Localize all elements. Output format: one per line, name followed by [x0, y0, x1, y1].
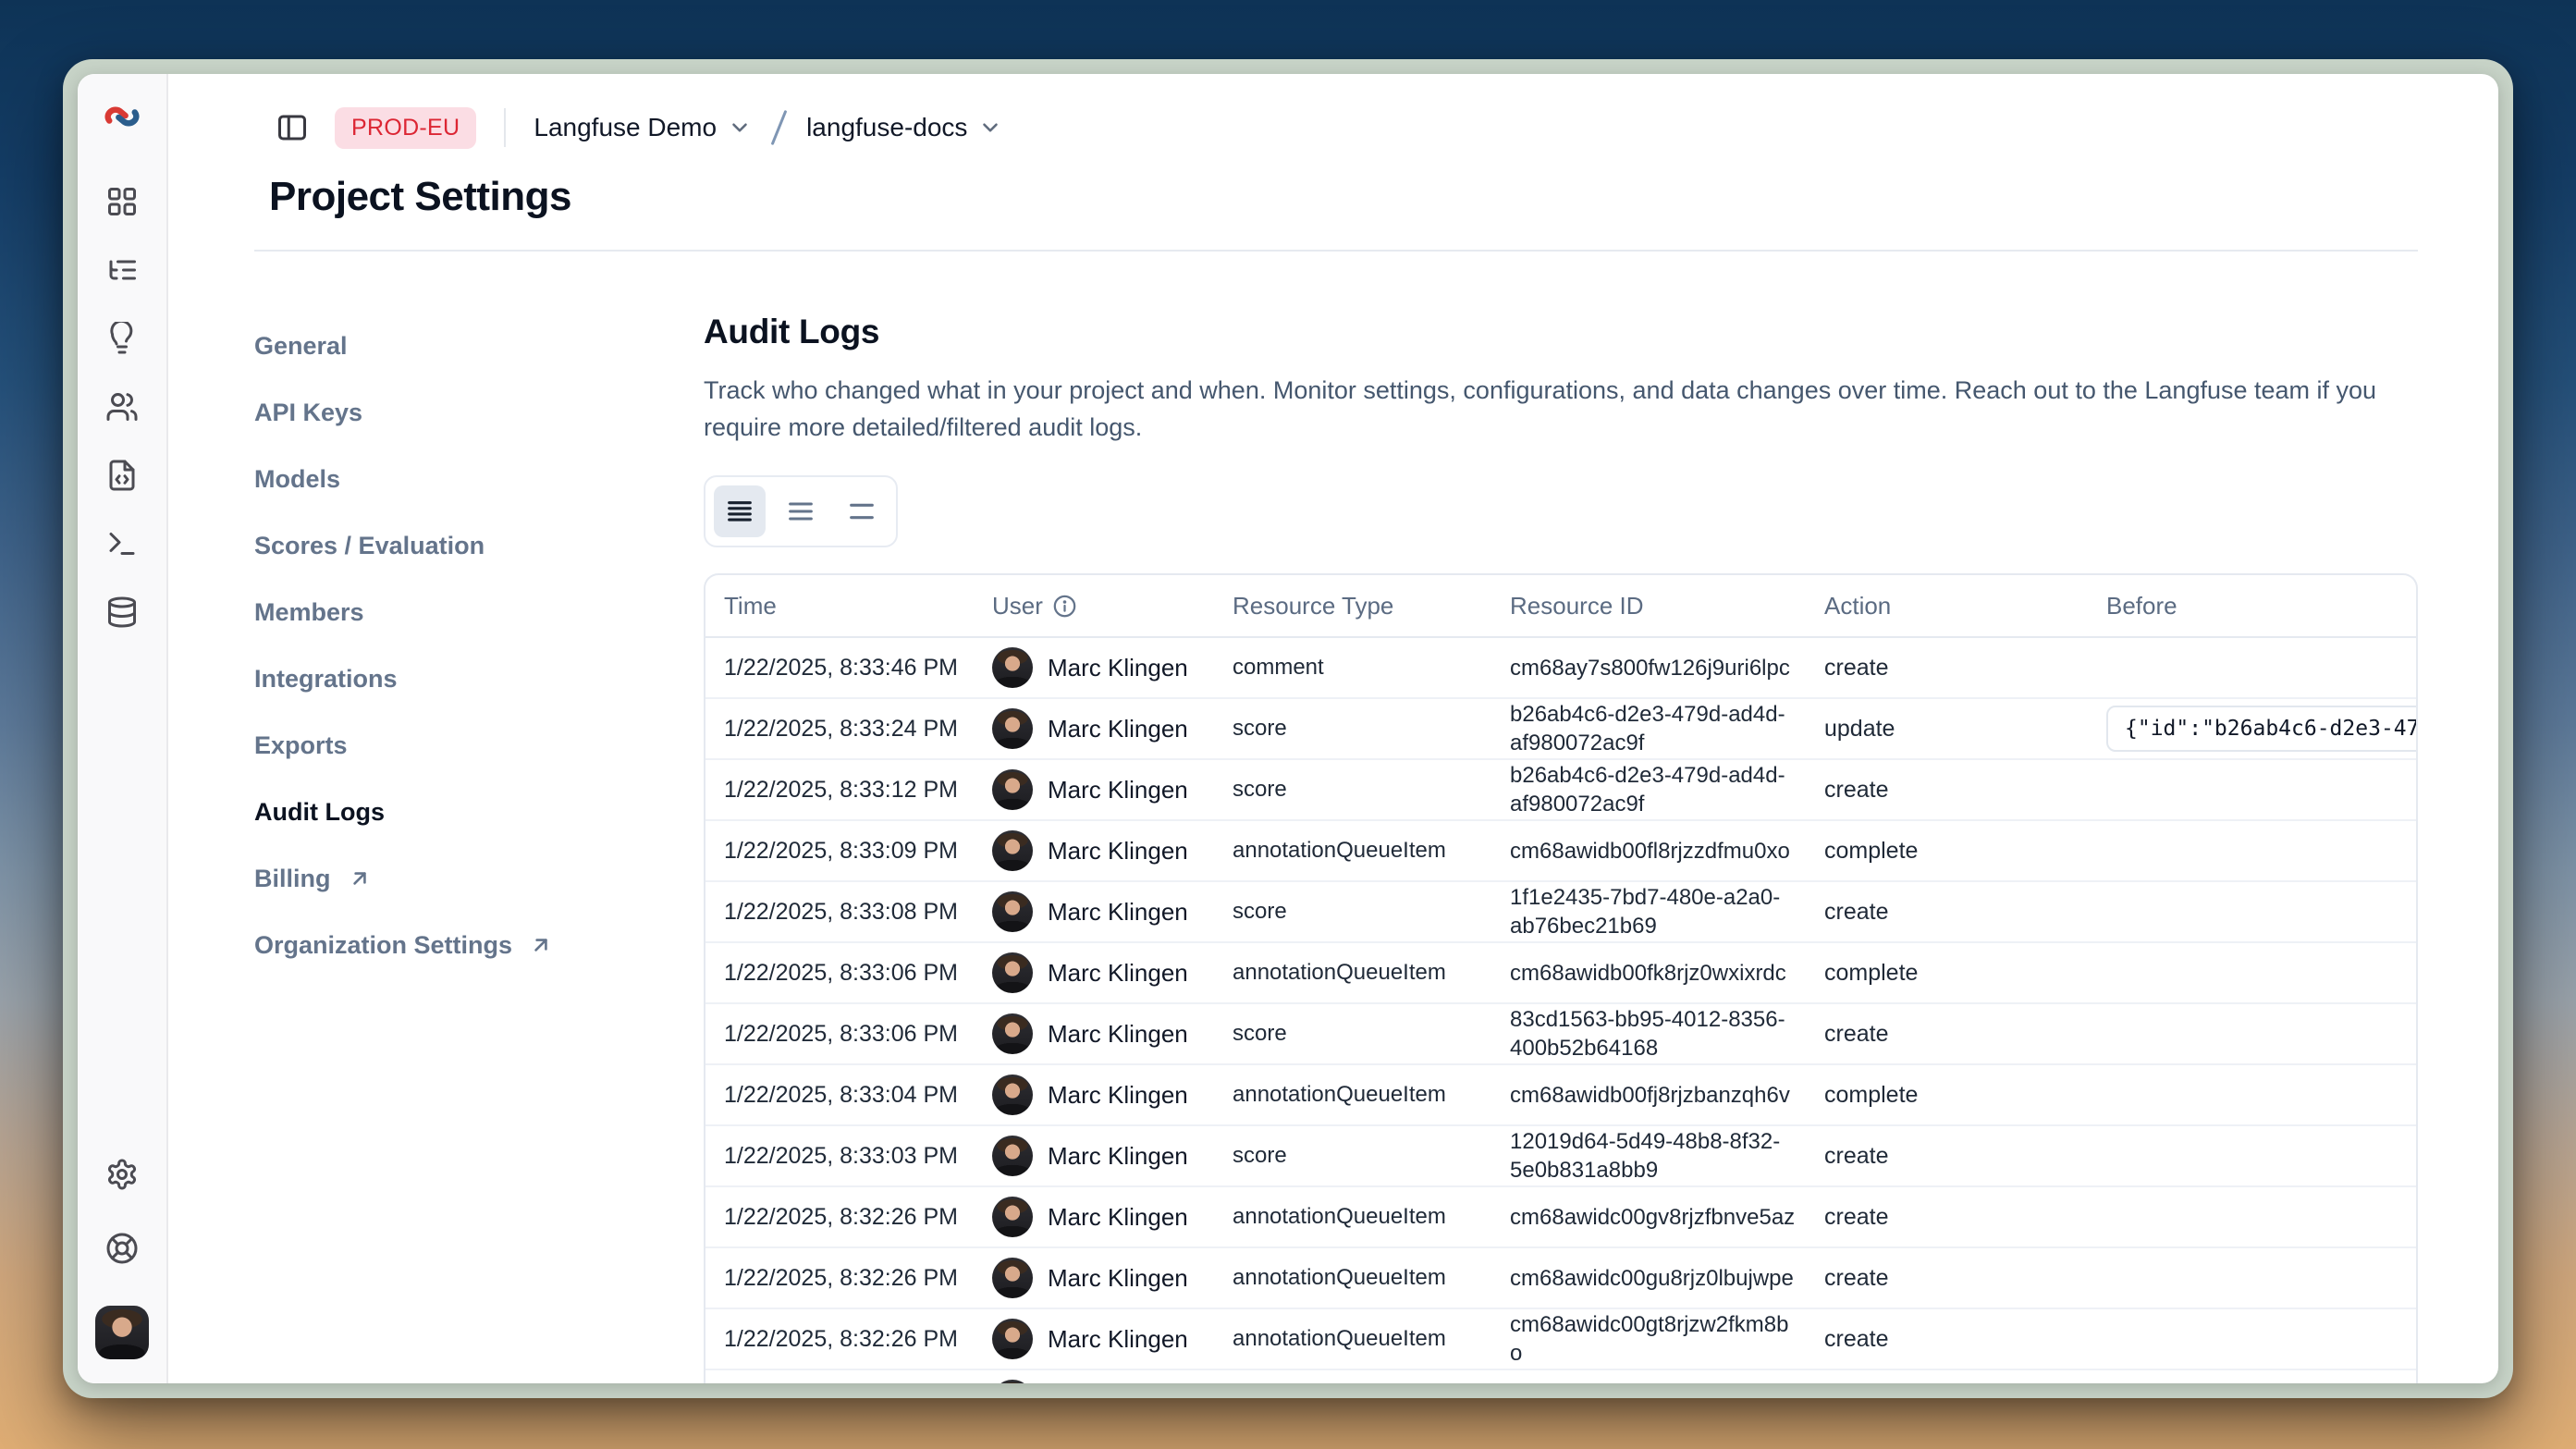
table-header-row: Time User Resource Type Resource ID Acti…	[705, 575, 2416, 638]
dashboard-grid-icon[interactable]	[105, 185, 139, 218]
settings-nav-organization-settings[interactable]: Organization Settings	[254, 912, 704, 978]
rail-bottom	[95, 1158, 149, 1359]
table-row[interactable]: 1/22/2025, 8:33:24 PM Marc Klingen score…	[705, 699, 2416, 760]
langfuse-logo-icon[interactable]	[102, 102, 142, 131]
column-header-action[interactable]: Action	[1806, 592, 2088, 620]
chevron-down-icon	[978, 116, 1002, 140]
table-row[interactable]: 1/22/2025, 8:33:09 PM Marc Klingen annot…	[705, 821, 2416, 882]
user-avatar	[992, 1258, 1033, 1298]
langfuse-app: PROD-EU Langfuse Demo langfuse-docs Proj…	[78, 74, 2498, 1383]
table-row[interactable]: 1/22/2025, 8:33:06 PM Marc Klingen annot…	[705, 943, 2416, 1004]
density-comfortable-button[interactable]	[775, 485, 827, 537]
settings-nav-integrations[interactable]: Integrations	[254, 645, 704, 712]
sidebar-toggle-icon[interactable]	[276, 111, 309, 144]
user-avatar	[992, 769, 1033, 810]
user-avatar	[992, 647, 1033, 688]
tracing-list-tree-icon[interactable]	[105, 253, 139, 287]
column-header-resource-type[interactable]: Resource Type	[1214, 592, 1491, 620]
user-avatar	[992, 830, 1033, 871]
user-avatar	[992, 1380, 1033, 1383]
table-row[interactable]: 1/22/2025, 8:33:06 PM Marc Klingen score…	[705, 1004, 2416, 1065]
user-avatar	[992, 952, 1033, 993]
user-avatar	[992, 891, 1033, 932]
table-row[interactable]: 1/22/2025, 8:33:46 PM Marc Klingen comme…	[705, 638, 2416, 699]
prompts-lightbulb-icon[interactable]	[105, 322, 139, 355]
user-avatar[interactable]	[95, 1306, 149, 1359]
audit-logs-title: Audit Logs	[704, 313, 2418, 351]
org-name: Langfuse Demo	[534, 113, 717, 142]
table-row[interactable]: 1/22/2025, 8:33:04 PM Marc Klingen annot…	[705, 1065, 2416, 1126]
table-row[interactable]: 1/22/2025, 8:32:26 PM Marc Klingen annot…	[705, 1187, 2416, 1248]
datasets-file-code-icon[interactable]	[105, 459, 139, 492]
audit-logs-section: Audit Logs Track who changed what in you…	[704, 313, 2418, 1383]
breadcrumb-divider	[504, 108, 506, 147]
settings-nav-scores-evaluation[interactable]: Scores / Evaluation	[254, 512, 704, 579]
breadcrumb: PROD-EU Langfuse Demo langfuse-docs	[276, 105, 2418, 150]
project-name: langfuse-docs	[806, 113, 967, 142]
table-row[interactable]: 1/22/2025, 8:32:26 PM Marc Klingen annot…	[705, 1309, 2416, 1370]
info-icon[interactable]	[1052, 594, 1077, 619]
database-icon[interactable]	[105, 596, 139, 629]
before-json-preview[interactable]: {"id":"b26ab4c6-d2e3-479d-a	[2106, 706, 2416, 752]
external-link-icon	[529, 933, 553, 957]
settings-nav-members[interactable]: Members	[254, 579, 704, 645]
table-row[interactable]: 1/22/2025, 8:33:12 PM Marc Klingen score…	[705, 760, 2416, 821]
row-density-toggle-group	[704, 475, 898, 547]
settings-nav-exports[interactable]: Exports	[254, 712, 704, 779]
rail-nav	[105, 185, 139, 629]
table-row[interactable]: 1/22/2025, 8:33:08 PM Marc Klingen score…	[705, 882, 2416, 943]
header-divider	[254, 250, 2418, 252]
org-selector[interactable]: Langfuse Demo	[534, 113, 752, 142]
user-avatar	[992, 1074, 1033, 1115]
column-header-resource-id[interactable]: Resource ID	[1491, 592, 1806, 620]
project-selector[interactable]: langfuse-docs	[806, 113, 1002, 142]
user-avatar	[992, 1136, 1033, 1176]
settings-nav-billing[interactable]: Billing	[254, 845, 704, 912]
environment-badge[interactable]: PROD-EU	[335, 107, 476, 149]
breadcrumb-slash	[771, 110, 788, 145]
main-pane: PROD-EU Langfuse Demo langfuse-docs Proj…	[168, 74, 2498, 1383]
user-avatar	[992, 1319, 1033, 1359]
user-avatar	[992, 1197, 1033, 1237]
table-row[interactable]: 1/22/2025, 8:32:26 PM Marc Klingen annot…	[705, 1248, 2416, 1309]
column-header-time[interactable]: Time	[705, 592, 974, 620]
user-avatar	[992, 708, 1033, 749]
audit-logs-table: Time User Resource Type Resource ID Acti…	[704, 573, 2418, 1383]
external-link-icon	[348, 866, 372, 890]
icon-rail	[78, 74, 168, 1383]
table-row[interactable]: 1/22/2025, 8:32:26 PM Marc Klingen annot…	[705, 1370, 2416, 1383]
density-compact-button[interactable]	[714, 485, 766, 537]
settings-nav-general[interactable]: General	[254, 313, 704, 379]
page-title: Project Settings	[269, 174, 2418, 220]
audit-logs-description: Track who changed what in your project a…	[704, 372, 2396, 446]
column-header-user[interactable]: User	[974, 592, 1214, 620]
settings-nav-audit-logs[interactable]: Audit Logs	[254, 779, 704, 845]
playground-terminal-icon[interactable]	[105, 527, 139, 560]
settings-nav-models[interactable]: Models	[254, 446, 704, 512]
app-window: PROD-EU Langfuse Demo langfuse-docs Proj…	[63, 59, 2513, 1398]
chevron-down-icon	[728, 116, 752, 140]
settings-nav-api-keys[interactable]: API Keys	[254, 379, 704, 446]
support-lifebuoy-icon[interactable]	[105, 1232, 139, 1265]
column-header-before[interactable]: Before	[2088, 592, 2416, 620]
table-row[interactable]: 1/22/2025, 8:33:03 PM Marc Klingen score…	[705, 1126, 2416, 1187]
user-avatar	[992, 1013, 1033, 1054]
settings-gear-icon[interactable]	[105, 1158, 139, 1191]
density-relaxed-button[interactable]	[836, 485, 888, 537]
settings-nav: General API Keys Models Scores / Evaluat…	[254, 313, 704, 1383]
users-icon[interactable]	[105, 390, 139, 424]
